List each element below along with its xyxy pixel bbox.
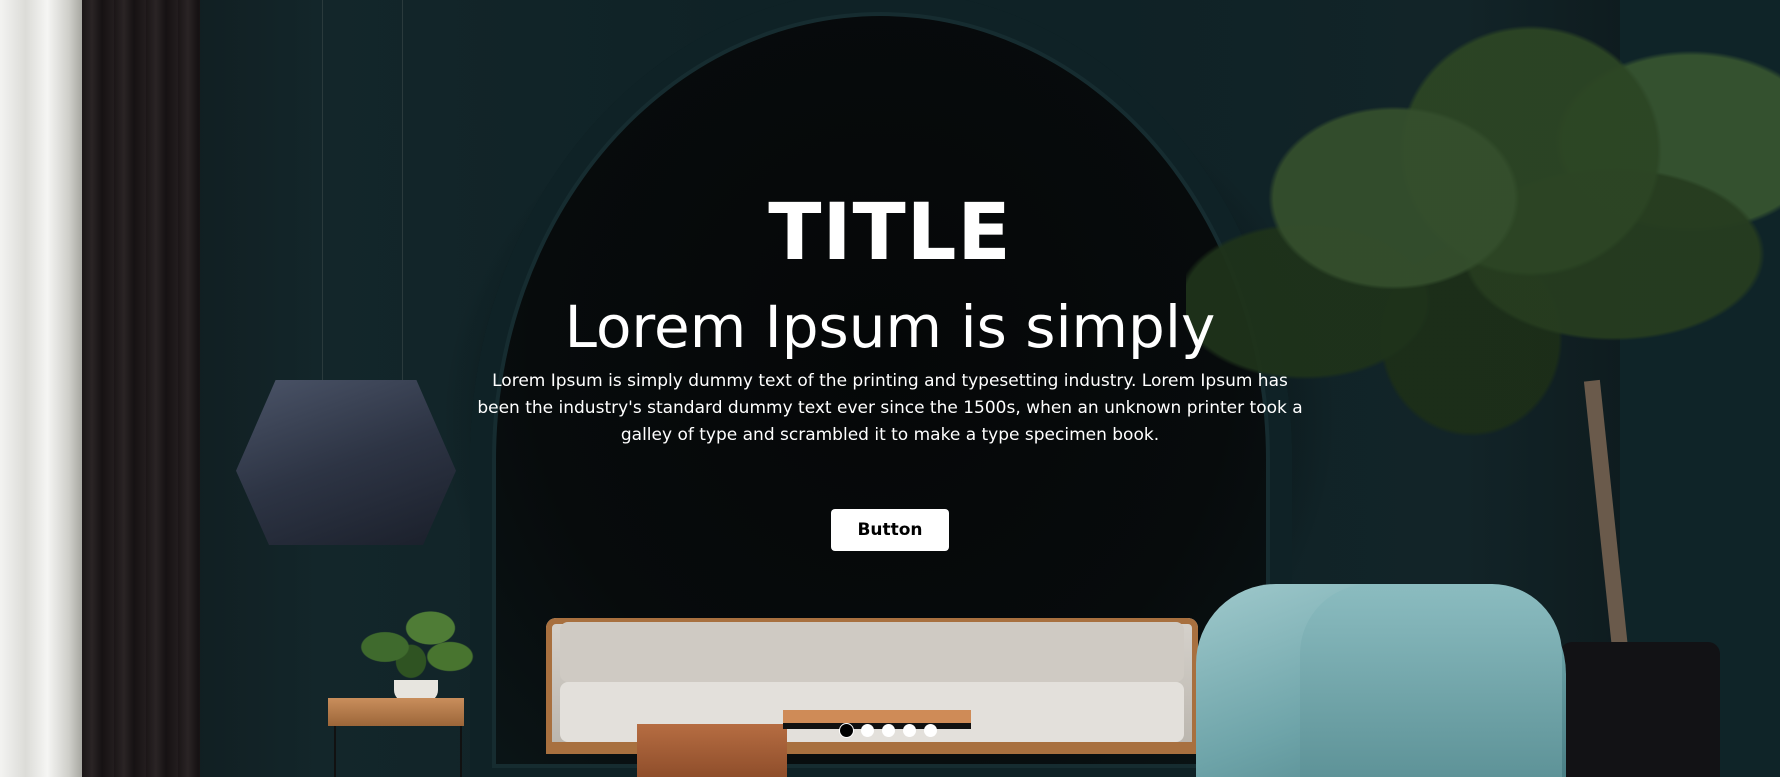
carousel-dot[interactable] (924, 724, 937, 737)
carousel-dot[interactable] (903, 724, 916, 737)
carousel-dots (840, 724, 937, 737)
carousel-dot[interactable] (882, 724, 895, 737)
carousel-dot[interactable] (861, 724, 874, 737)
carousel-dot[interactable] (840, 724, 853, 737)
hero-subtitle: Lorem Ipsum is simply (564, 293, 1216, 361)
hero-title: TITLE (768, 188, 1012, 278)
hero-content: TITLE Lorem Ipsum is simply Lorem Ipsum … (0, 0, 1780, 777)
hero-cta-button[interactable]: Button (831, 509, 949, 551)
hero-description: Lorem Ipsum is simply dummy text of the … (477, 371, 1303, 445)
hero-banner: TITLE Lorem Ipsum is simply Lorem Ipsum … (0, 0, 1780, 777)
